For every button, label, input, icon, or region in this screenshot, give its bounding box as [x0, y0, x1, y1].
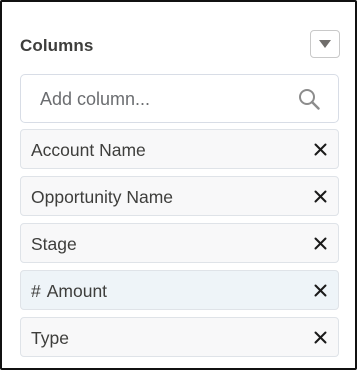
close-icon[interactable] — [313, 236, 328, 251]
add-column-search[interactable]: Add column... — [20, 74, 339, 123]
column-item-type[interactable]: Type — [20, 317, 339, 357]
close-icon[interactable] — [313, 283, 328, 298]
column-label: Stage — [31, 234, 77, 254]
column-label: Type — [31, 328, 69, 348]
columns-panel: Columns Add column... Account Name Oppor… — [0, 0, 357, 370]
panel-header: Columns — [20, 30, 340, 61]
column-item-opportunity-name[interactable]: Opportunity Name — [20, 176, 339, 216]
collapse-toggle-button[interactable] — [310, 30, 340, 58]
number-type-icon: # — [31, 281, 41, 301]
column-label: Account Name — [31, 140, 146, 160]
close-icon[interactable] — [313, 330, 328, 345]
search-icon — [299, 89, 320, 110]
column-label: Opportunity Name — [31, 187, 174, 207]
column-item-stage[interactable]: Stage — [20, 223, 339, 263]
search-input[interactable]: Add column... — [40, 89, 150, 110]
close-icon[interactable] — [313, 142, 328, 157]
column-item-amount[interactable]: # Amount — [20, 270, 339, 310]
selected-columns-list: Account Name Opportunity Name Stage # Amo… — [20, 129, 339, 364]
close-icon[interactable] — [313, 189, 328, 204]
column-item-account-name[interactable]: Account Name — [20, 129, 339, 169]
column-label: # Amount — [31, 281, 107, 302]
panel-title: Columns — [20, 36, 94, 55]
chevron-down-icon — [319, 40, 331, 48]
column-label-text: Amount — [46, 281, 108, 301]
